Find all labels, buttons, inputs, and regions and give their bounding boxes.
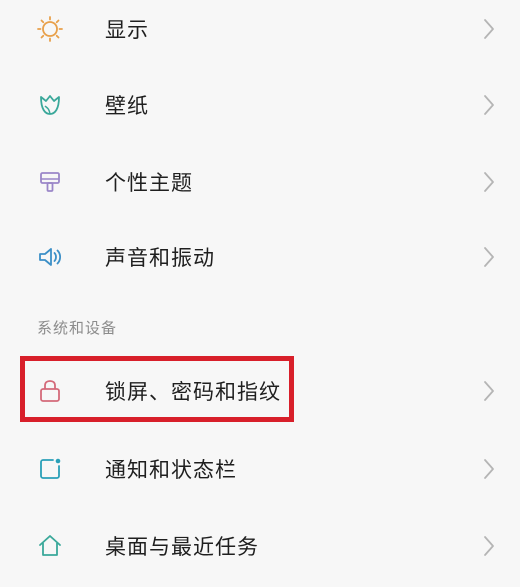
chevron-right-icon xyxy=(484,536,494,556)
chevron-right-icon xyxy=(484,381,494,401)
settings-item-label: 通知和状态栏 xyxy=(105,458,237,482)
settings-item-label: 壁纸 xyxy=(105,94,149,118)
speaker-icon xyxy=(39,248,62,266)
settings-item-display[interactable]: 显示 xyxy=(0,0,520,68)
settings-item-home-screen[interactable]: 桌面与最近任务 xyxy=(0,507,520,585)
chevron-right-icon xyxy=(484,19,494,39)
home-icon xyxy=(39,535,61,556)
section-header-system-devices: 系统和设备 xyxy=(37,319,118,337)
settings-item-lock-screen[interactable]: 锁屏、密码和指纹 xyxy=(0,352,520,430)
settings-item-label: 显示 xyxy=(105,18,149,42)
settings-item-label: 桌面与最近任务 xyxy=(105,535,259,559)
settings-item-label: 声音和振动 xyxy=(105,246,215,270)
settings-item-themes[interactable]: 个性主题 xyxy=(0,143,520,221)
settings-item-label: 锁屏、密码和指纹 xyxy=(105,380,281,404)
paint-brush-icon xyxy=(40,172,60,192)
notification-icon xyxy=(40,458,61,479)
settings-item-label: 个性主题 xyxy=(105,171,193,195)
settings-item-sound[interactable]: 声音和振动 xyxy=(0,218,520,296)
chevron-right-icon xyxy=(484,172,494,192)
sun-icon xyxy=(37,16,63,42)
chevron-right-icon xyxy=(484,247,494,267)
settings-item-wallpaper[interactable]: 壁纸 xyxy=(0,66,520,144)
tulip-icon xyxy=(40,95,60,115)
chevron-right-icon xyxy=(484,459,494,479)
settings-item-notifications[interactable]: 通知和状态栏 xyxy=(0,430,520,508)
chevron-right-icon xyxy=(484,95,494,115)
lock-icon xyxy=(40,380,60,402)
